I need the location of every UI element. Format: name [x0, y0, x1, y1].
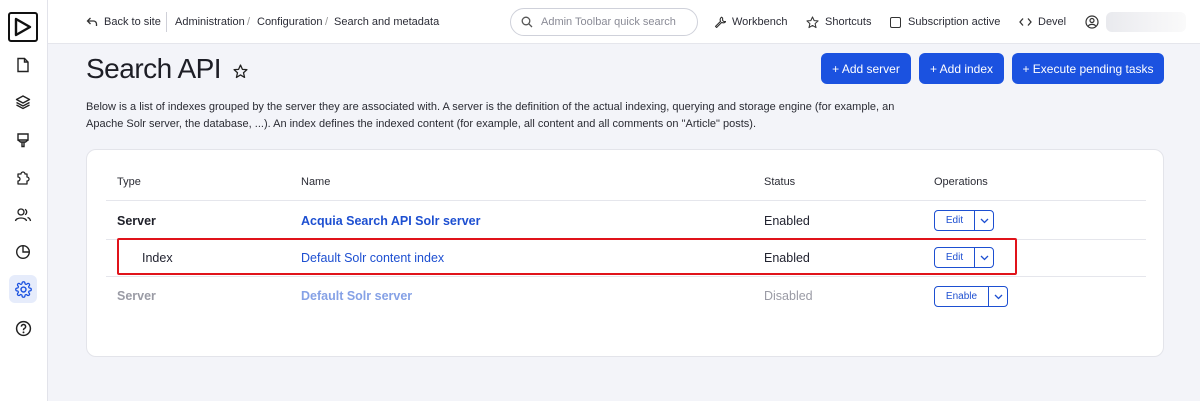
- wrench-icon: [714, 16, 726, 28]
- breadcrumb-search-and-metadata[interactable]: Search and metadata: [334, 0, 439, 44]
- breadcrumb-separator: /: [325, 16, 329, 28]
- column-header-operations: Operations: [934, 176, 988, 188]
- puzzle-icon[interactable]: [9, 164, 37, 192]
- workbench-link[interactable]: Workbench: [714, 0, 787, 44]
- operations-dropbutton: Edit: [934, 210, 994, 231]
- subscription-label: Subscription active: [908, 16, 1001, 28]
- breadcrumb-separator: /: [247, 16, 251, 28]
- server-name-link[interactable]: Default Solr server: [301, 289, 412, 303]
- admin-toolbar-search[interactable]: [510, 8, 698, 36]
- back-to-site-link[interactable]: Back to site: [86, 0, 161, 44]
- gear-icon[interactable]: [9, 275, 37, 303]
- row-type: Server: [117, 214, 156, 228]
- execute-pending-tasks-button[interactable]: + Execute pending tasks: [1012, 53, 1164, 84]
- page-title-text: Search API: [86, 53, 222, 84]
- search-icon: [521, 16, 533, 28]
- chevron-down-icon[interactable]: [975, 211, 993, 230]
- devel-label: Devel: [1038, 16, 1067, 28]
- edit-button[interactable]: Edit: [935, 211, 975, 230]
- row-status: Enabled: [764, 214, 810, 228]
- row-status: Disabled: [764, 289, 813, 303]
- add-server-button[interactable]: + Add server: [821, 53, 911, 84]
- back-arrow-icon: [86, 17, 98, 26]
- breadcrumb-label: Administration: [175, 16, 245, 28]
- pie-chart-icon[interactable]: [9, 238, 37, 266]
- column-header-name: Name: [301, 176, 331, 188]
- admin-toolbar: Back to site Administration / Configurat…: [48, 0, 1200, 44]
- row-type: Server: [117, 289, 156, 303]
- shortcuts-link[interactable]: Shortcuts: [806, 0, 871, 44]
- back-to-site-label: Back to site: [104, 16, 161, 28]
- layers-icon[interactable]: [9, 88, 37, 116]
- file-icon[interactable]: [9, 51, 37, 79]
- people-icon[interactable]: [9, 201, 37, 229]
- enable-button[interactable]: Enable: [935, 287, 989, 306]
- shortcuts-label: Shortcuts: [825, 16, 872, 28]
- breadcrumb-configuration[interactable]: Configuration: [257, 0, 322, 44]
- operations-dropbutton: Enable: [934, 286, 1008, 307]
- page-title: Search API: [86, 52, 248, 86]
- avatar: [1106, 12, 1186, 32]
- star-icon[interactable]: [233, 54, 248, 86]
- user-icon: [1085, 15, 1099, 29]
- star-icon: [806, 15, 819, 28]
- code-icon: [1019, 18, 1032, 26]
- column-header-status: Status: [764, 176, 796, 188]
- add-index-button[interactable]: + Add index: [919, 53, 1004, 84]
- devel-link[interactable]: Devel: [1019, 0, 1066, 44]
- chevron-down-icon[interactable]: [989, 287, 1007, 306]
- page-description: Below is a list of indexes grouped by th…: [86, 101, 895, 130]
- column-header-type: Type: [117, 176, 141, 188]
- subscription-status[interactable]: Subscription active: [890, 0, 1000, 44]
- server-name-link[interactable]: Acquia Search API Solr server: [301, 214, 480, 228]
- sidebar: [0, 0, 48, 401]
- logo-icon[interactable]: [8, 12, 38, 42]
- search-input[interactable]: [541, 16, 691, 28]
- table-divider: [106, 200, 1146, 201]
- checkbox-icon: [890, 16, 901, 28]
- breadcrumb-administration[interactable]: Administration: [175, 0, 245, 44]
- breadcrumb-label: Configuration: [257, 16, 323, 28]
- workbench-label: Workbench: [732, 16, 788, 28]
- breadcrumb-label: Search and metadata: [334, 16, 440, 28]
- brush-icon[interactable]: [9, 126, 37, 154]
- user-menu[interactable]: [1085, 0, 1105, 44]
- table-divider: [106, 276, 1146, 277]
- help-icon[interactable]: [9, 314, 37, 342]
- divider: [166, 12, 167, 32]
- highlight-box: [117, 238, 1017, 275]
